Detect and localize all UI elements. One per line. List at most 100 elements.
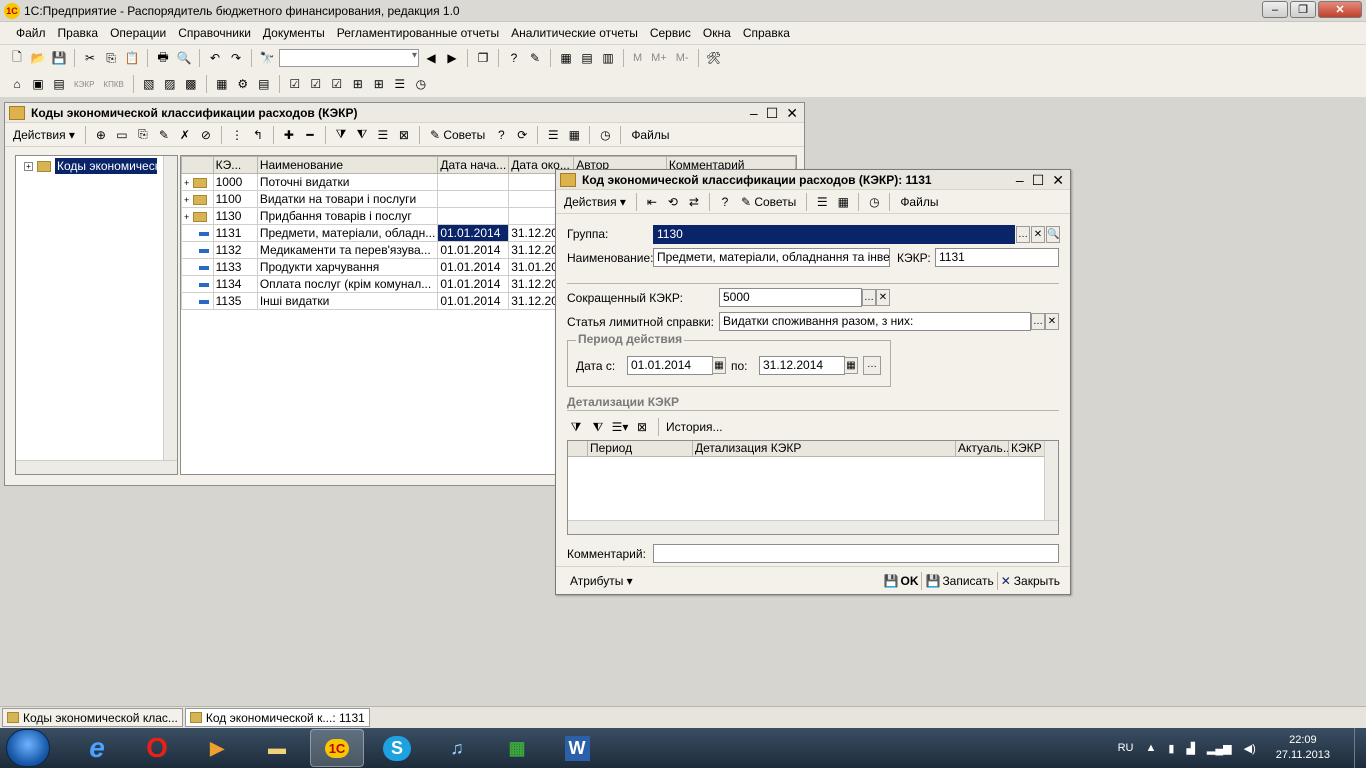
limit-article-clear-button[interactable]: ✕: [1045, 313, 1059, 330]
kekr-field[interactable]: 1131: [935, 248, 1059, 267]
spreadsheet-icon[interactable]: ▦: [557, 49, 575, 67]
find-icon[interactable]: 🔭: [258, 49, 276, 67]
tips-button[interactable]: ✎ Советы: [426, 128, 489, 142]
reread-icon[interactable]: ⟲: [664, 193, 682, 211]
column-header-name[interactable]: Наименование: [256, 156, 439, 174]
windows-icon[interactable]: ❐: [474, 49, 492, 67]
skype-icon[interactable]: S: [370, 729, 424, 767]
doc-journal-icon[interactable]: ▧: [140, 75, 158, 93]
cell-name[interactable]: Предмети, матеріали, обладн...: [256, 224, 439, 242]
minimize-icon[interactable]: –: [1262, 1, 1288, 18]
window-tab-list[interactable]: Коды экономической клас...: [2, 708, 183, 727]
memory-button[interactable]: M: [630, 52, 645, 64]
tree-root-node[interactable]: + Коды экономической классификации расхо…: [24, 158, 157, 174]
doc-list-icon[interactable]: ▩: [182, 75, 200, 93]
short-kekr-field[interactable]: 5000: [719, 288, 862, 307]
delete-mark-icon[interactable]: ✗: [176, 126, 194, 144]
filter-list-icon[interactable]: ☰: [374, 126, 392, 144]
find-prev-icon[interactable]: ◀: [422, 49, 440, 67]
date-to-calendar-icon[interactable]: ▦: [844, 357, 858, 374]
show-desktop-button[interactable]: [1354, 728, 1366, 768]
column-header-icon[interactable]: [181, 156, 214, 174]
undo-icon[interactable]: ↶: [206, 49, 224, 67]
expand-icon[interactable]: ✚: [280, 126, 298, 144]
details-header-kekr[interactable]: КЭКР: [1009, 441, 1045, 456]
hierarchy-icon[interactable]: ⋮: [228, 126, 246, 144]
edit-icon[interactable]: ✎: [155, 126, 173, 144]
network-icon[interactable]: ▟: [1186, 742, 1194, 755]
save-icon[interactable]: 💾: [50, 49, 68, 67]
close-icon[interactable]: ✕: [786, 105, 798, 122]
checklist-icon[interactable]: ☑: [286, 75, 304, 93]
cell-code[interactable]: 1134: [212, 275, 258, 293]
tree-vertical-scrollbar[interactable]: [163, 156, 177, 460]
menu-documents[interactable]: Документы: [257, 26, 331, 40]
start-button[interactable]: [6, 729, 50, 767]
tools-icon[interactable]: 🛠: [705, 49, 723, 67]
restore-icon[interactable]: ❐: [1290, 1, 1316, 18]
checklist2-icon[interactable]: ☑: [307, 75, 325, 93]
form-files-button[interactable]: Файлы: [896, 195, 942, 209]
memory-plus-button[interactable]: M+: [648, 52, 670, 64]
list-settings-icon[interactable]: ☰: [813, 193, 831, 211]
menu-regulated-reports[interactable]: Регламентированные отчеты: [331, 26, 505, 40]
menu-windows[interactable]: Окна: [697, 26, 737, 40]
cell-name[interactable]: Продукти харчування: [256, 258, 439, 276]
find-next-icon[interactable]: ▶: [443, 49, 461, 67]
media-player-icon[interactable]: ▶: [190, 729, 244, 767]
maximize-icon[interactable]: ☐: [766, 105, 779, 122]
paste-icon[interactable]: 📋: [123, 49, 141, 67]
cell-start-date[interactable]: [437, 173, 510, 191]
cell-start-date[interactable]: 01.01.2014: [437, 224, 510, 242]
word-icon[interactable]: W: [550, 729, 604, 767]
cell-start-date[interactable]: 01.01.2014: [437, 241, 510, 259]
volume-icon[interactable]: ◀): [1244, 742, 1256, 755]
details-header-icon[interactable]: [568, 441, 588, 456]
menu-edit[interactable]: Правка: [52, 26, 105, 40]
cell-code[interactable]: 1132: [212, 241, 258, 259]
redo-icon[interactable]: ↷: [227, 49, 245, 67]
doc-add-icon[interactable]: ▨: [161, 75, 179, 93]
group-select-button[interactable]: …: [1016, 226, 1030, 243]
cut-icon[interactable]: ✂: [81, 49, 99, 67]
menu-catalogs[interactable]: Справочники: [172, 26, 257, 40]
help-icon[interactable]: ?: [505, 49, 523, 67]
filter-icon[interactable]: ⧩: [332, 126, 350, 144]
history-icon[interactable]: ◷: [865, 193, 883, 211]
new-document-icon[interactable]: 🗋: [8, 49, 26, 67]
menu-analytic-reports[interactable]: Аналитические отчеты: [505, 26, 644, 40]
show-hidden-icons-icon[interactable]: ▲: [1145, 742, 1156, 754]
internet-explorer-icon[interactable]: e: [70, 729, 124, 767]
copy-icon[interactable]: ⎘: [102, 49, 120, 67]
preview-icon[interactable]: 🔍: [175, 49, 193, 67]
cell-start-date[interactable]: 01.01.2014: [437, 275, 510, 293]
1c-taskbar-icon[interactable]: 1С: [310, 729, 364, 767]
filter-icon[interactable]: ⧩: [567, 418, 585, 436]
report-gear-icon[interactable]: ⚙: [234, 75, 252, 93]
clock-icon[interactable]: ◷: [412, 75, 430, 93]
help-icon[interactable]: ?: [716, 193, 734, 211]
switch-icon[interactable]: ⇄: [685, 193, 703, 211]
filter-off-icon[interactable]: ⊠: [633, 418, 651, 436]
details-header-actual[interactable]: Актуаль...: [956, 441, 1009, 456]
add-group-icon[interactable]: ▭: [113, 126, 131, 144]
list-icon[interactable]: ☰: [391, 75, 409, 93]
memory-minus-button[interactable]: M-: [673, 52, 692, 64]
cell-code[interactable]: 1130: [212, 207, 258, 225]
clock[interactable]: 22:09 27.11.2013: [1276, 733, 1330, 763]
group-open-icon[interactable]: 🔍: [1046, 226, 1060, 243]
history-button[interactable]: История...: [666, 420, 723, 434]
filter-list-icon[interactable]: ☰▾: [611, 418, 629, 436]
expand-icon[interactable]: +: [184, 195, 189, 205]
details-vertical-scrollbar[interactable]: [1044, 441, 1058, 520]
details-header-period[interactable]: Период: [588, 441, 693, 456]
tree-root-label[interactable]: Коды экономической классификации расходо…: [55, 158, 157, 174]
refresh-icon[interactable]: ⟳: [513, 126, 531, 144]
filter-value-icon[interactable]: ⧨: [589, 418, 607, 436]
menu-file[interactable]: Файл: [10, 26, 52, 40]
group-field[interactable]: 1130: [653, 225, 1015, 244]
menu-help[interactable]: Справка: [737, 26, 796, 40]
ok-button[interactable]: 💾 OK: [884, 574, 919, 588]
report-add-icon[interactable]: ▤: [255, 75, 273, 93]
level-up-icon[interactable]: ↰: [249, 126, 267, 144]
